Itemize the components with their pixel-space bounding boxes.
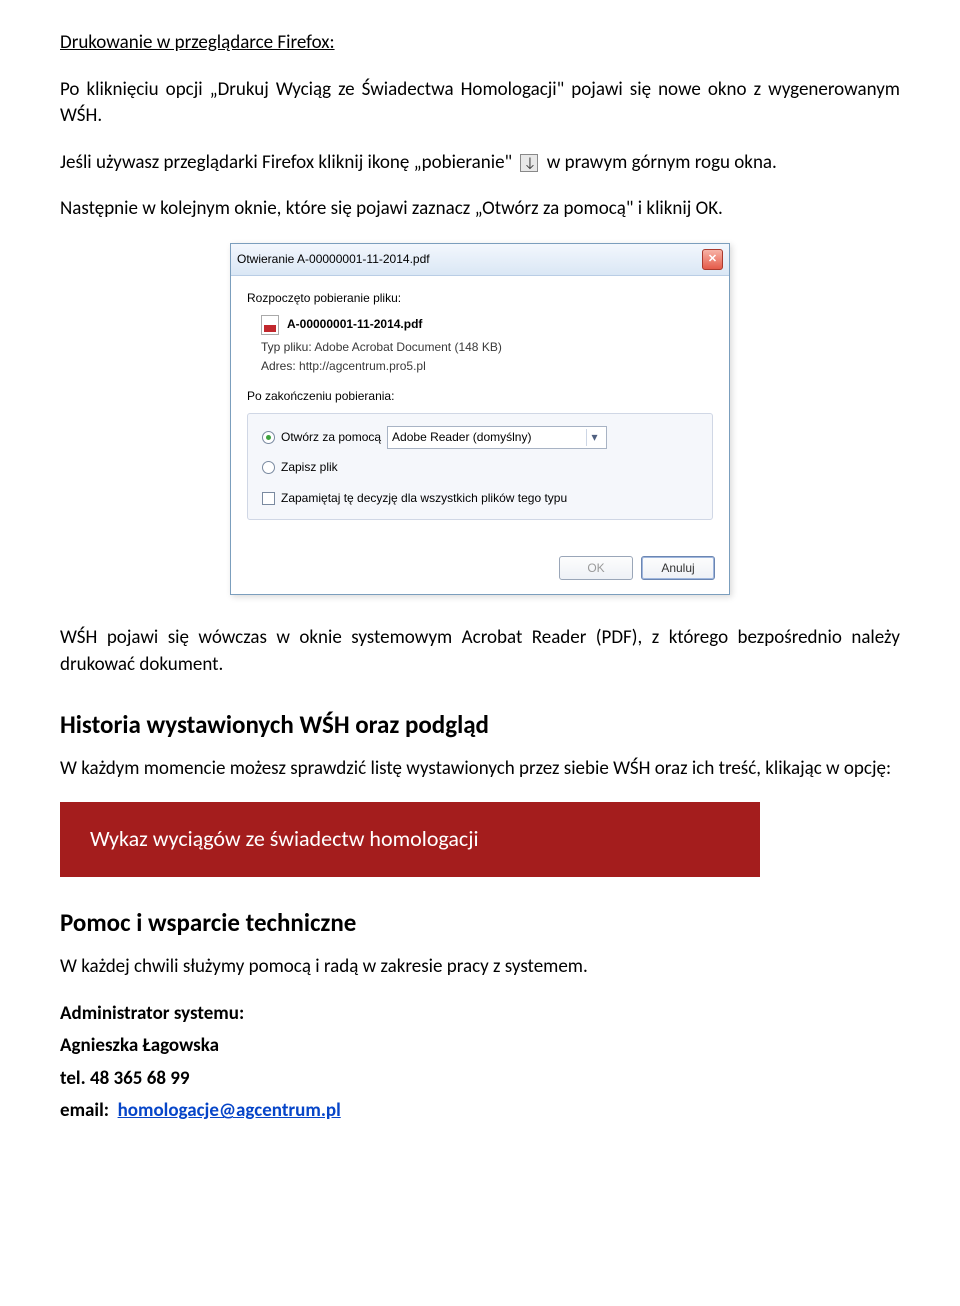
email-label: email:: [60, 1099, 109, 1122]
tel-label: tel.: [60, 1067, 86, 1090]
open-with-value: Adobe Reader (domyślny): [392, 429, 531, 446]
address-value: http://agcentrum.pro5.pl: [299, 359, 426, 373]
email-link[interactable]: homologacje@agcentrum.pl: [118, 1099, 341, 1122]
download-started-label: Rozpoczęto pobieranie pliku:: [247, 290, 713, 307]
option-group: Otwórz za pomocą Adobe Reader (domyślny)…: [247, 413, 713, 519]
cancel-button[interactable]: Anuluj: [641, 556, 715, 581]
paragraph-acrobat: WŚH pojawi się wówczas w oknie systemowy…: [60, 625, 900, 678]
open-with-combo[interactable]: Adobe Reader (domyślny) ▾: [387, 426, 607, 449]
chevron-down-icon: ▾: [586, 429, 602, 446]
save-file-label: Zapisz plik: [281, 459, 338, 476]
heading-history: Historia wystawionych WŚH oraz podgląd: [60, 707, 900, 742]
tel-value: 48 365 68 99: [90, 1067, 190, 1090]
admin-name: Agnieszka Łagowska: [60, 1033, 900, 1060]
remember-checkbox[interactable]: [262, 492, 275, 505]
radio-save-file[interactable]: [262, 461, 275, 474]
remember-label: Zapamiętaj tę decyzję dla wszystkich pli…: [281, 490, 567, 507]
dialog-title: Otwieranie A-00000001-11-2014.pdf: [237, 251, 430, 268]
file-name: A-00000001-11-2014.pdf: [287, 316, 422, 333]
dialog-titlebar: Otwieranie A-00000001-11-2014.pdf ✕: [231, 244, 729, 276]
after-download-label: Po zakończeniu pobierania:: [247, 388, 713, 405]
section-heading-firefox: Drukowanie w przeglądarce Firefox:: [60, 30, 900, 57]
address-label: Adres:: [261, 359, 296, 373]
file-type-value: Adobe Acrobat Document (148 KB): [314, 340, 501, 354]
pdf-icon: [261, 315, 279, 335]
paragraph-download-b: w prawym górnym rogu okna.: [547, 151, 777, 174]
wykaz-button[interactable]: Wykaz wyciągów ze świadectw homologacji: [60, 802, 760, 877]
close-icon[interactable]: ✕: [702, 249, 723, 270]
paragraph-download-a: Jeśli używasz przeglądarki Firefox klikn…: [60, 151, 512, 174]
paragraph-openwith: Następnie w kolejnym oknie, które się po…: [60, 196, 900, 223]
admin-label: Administrator systemu:: [60, 1001, 900, 1028]
radio-open-with[interactable]: [262, 431, 275, 444]
open-with-label: Otwórz za pomocą: [281, 429, 381, 446]
paragraph-support: W każdej chwili służymy pomocą i radą w …: [60, 954, 900, 981]
paragraph-intro: Po kliknięciu opcji „Drukuj Wyciąg ze Św…: [60, 77, 900, 130]
heading-support: Pomoc i wsparcie techniczne: [60, 905, 900, 940]
ok-button[interactable]: OK: [559, 556, 633, 581]
paragraph-history: W każdym momencie możesz sprawdzić listę…: [60, 756, 900, 783]
file-type-label: Typ pliku:: [261, 340, 312, 354]
download-icon: [520, 154, 538, 172]
download-dialog: Otwieranie A-00000001-11-2014.pdf ✕ Rozp…: [230, 243, 730, 595]
